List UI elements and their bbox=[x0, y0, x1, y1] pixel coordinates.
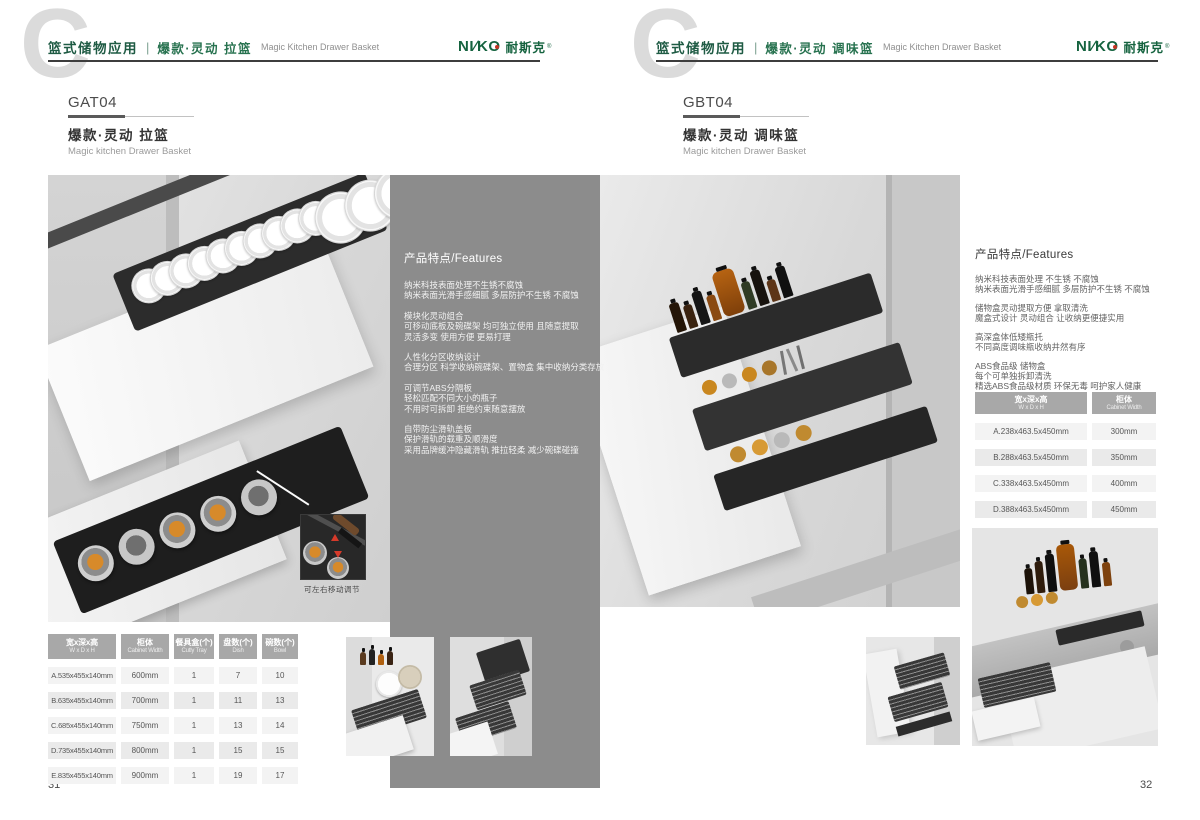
header-divider: | bbox=[754, 40, 757, 55]
page-number-right: 32 bbox=[1140, 779, 1152, 791]
logo-registered-mark: ® bbox=[1165, 44, 1169, 50]
product-name-en: Magic kitchen Drawer Basket bbox=[683, 146, 809, 157]
table-row: B.288x463.5x450mm350mm bbox=[975, 449, 1156, 466]
red-arrow-up-icon bbox=[331, 534, 339, 541]
header-title-en: Magic Kitchen Drawer Basket bbox=[883, 42, 1001, 52]
logo-red-dot bbox=[1113, 45, 1117, 49]
table-row: C.685x455x140mm750mm11314 bbox=[48, 717, 298, 734]
main-photo-spice-basket bbox=[600, 175, 960, 607]
header-divider: | bbox=[146, 40, 149, 55]
thumb-photo-3 bbox=[866, 637, 960, 745]
thumb-photo-2 bbox=[450, 637, 532, 756]
header-title-en: Magic Kitchen Drawer Basket bbox=[261, 42, 379, 52]
product-name-cn: 爆款·灵动 拉篮 bbox=[68, 124, 194, 144]
brand-logo-right: NI∕KO 耐斯克 ® bbox=[1076, 37, 1169, 56]
table-row: E.835x455x140mm900mm11917 bbox=[48, 767, 298, 784]
spec-table-left: 宽x深x高W x D x H 柜体Cabinet Width 餐具盒(个)Cut… bbox=[48, 634, 298, 792]
product-code: GBT04 bbox=[683, 94, 809, 111]
product-block-right: GBT04 爆款·灵动 调味篮 Magic kitchen Drawer Bas… bbox=[683, 94, 809, 157]
features-left: 产品特点/Features 纳米科技表面处理不生锈不腐蚀 纳米表面光滑手感细腻 … bbox=[404, 250, 590, 465]
brand-logo-left: NI∕KO 耐斯克 ® bbox=[458, 37, 551, 56]
product-rule bbox=[683, 115, 809, 118]
logo-latin: NI∕KO bbox=[458, 38, 501, 55]
table-header-row: 宽x深x高W x D x H 柜体Cabinet Width bbox=[975, 392, 1156, 414]
callout-caption: 可左右移动调节 bbox=[282, 584, 382, 595]
callout-photo-adjust bbox=[300, 514, 366, 580]
features-title: 产品特点/Features bbox=[404, 250, 590, 266]
table-row: D.735x455x140mm800mm11515 bbox=[48, 742, 298, 759]
thumb-photo-1 bbox=[346, 637, 434, 756]
header-category: 篮式储物应用 bbox=[656, 37, 746, 57]
logo-red-dot bbox=[495, 45, 499, 49]
table-row: B.635x455x140mm700mm11113 bbox=[48, 692, 298, 709]
table-row: A.238x463.5x450mm300mm bbox=[975, 423, 1156, 440]
table-row: D.388x463.5x450mm450mm bbox=[975, 501, 1156, 518]
photo-countertop-bottles bbox=[972, 528, 1158, 746]
table-row: C.338x463.5x450mm400mm bbox=[975, 475, 1156, 492]
product-name-en: Magic kitchen Drawer Basket bbox=[68, 146, 194, 157]
logo-cn: 耐斯克 bbox=[506, 37, 547, 56]
table-header-row: 宽x深x高W x D x H 柜体Cabinet Width 餐具盒(个)Cut… bbox=[48, 634, 298, 659]
logo-registered-mark: ® bbox=[547, 44, 551, 50]
table-row: A.535x455x140mm600mm1710 bbox=[48, 667, 298, 684]
features-title: 产品特点/Features bbox=[975, 246, 1170, 262]
page-header-left: 篮式储物应用 | 爆款·灵动 拉篮 Magic Kitchen Drawer B… bbox=[48, 37, 379, 57]
header-rule-left bbox=[48, 60, 540, 62]
header-rule-right bbox=[656, 60, 1158, 62]
product-block-left: GAT04 爆款·灵动 拉篮 Magic kitchen Drawer Bask… bbox=[68, 94, 194, 157]
features-right: 产品特点/Features 纳米科技表面处理 不生锈 不腐蚀 纳米表面光滑手感细… bbox=[975, 246, 1170, 400]
page-header-right: 篮式储物应用 | 爆款·灵动 调味篮 Magic Kitchen Drawer … bbox=[656, 37, 1001, 57]
product-rule bbox=[68, 115, 194, 118]
logo-cn: 耐斯克 bbox=[1124, 37, 1165, 56]
logo-latin: NI∕KO bbox=[1076, 38, 1119, 55]
catalog-spread: C 篮式储物应用 | 爆款·灵动 拉篮 Magic Kitchen Drawer… bbox=[0, 0, 1200, 820]
header-category: 篮式储物应用 bbox=[48, 37, 138, 57]
header-title-cn: 爆款·灵动 调味篮 bbox=[765, 38, 874, 57]
product-name-cn: 爆款·灵动 调味篮 bbox=[683, 124, 809, 144]
product-code: GAT04 bbox=[68, 94, 194, 111]
header-title-cn: 爆款·灵动 拉篮 bbox=[157, 38, 252, 57]
spec-table-right: 宽x深x高W x D x H 柜体Cabinet Width A.238x463… bbox=[975, 392, 1156, 526]
red-arrow-down-icon bbox=[334, 551, 342, 558]
